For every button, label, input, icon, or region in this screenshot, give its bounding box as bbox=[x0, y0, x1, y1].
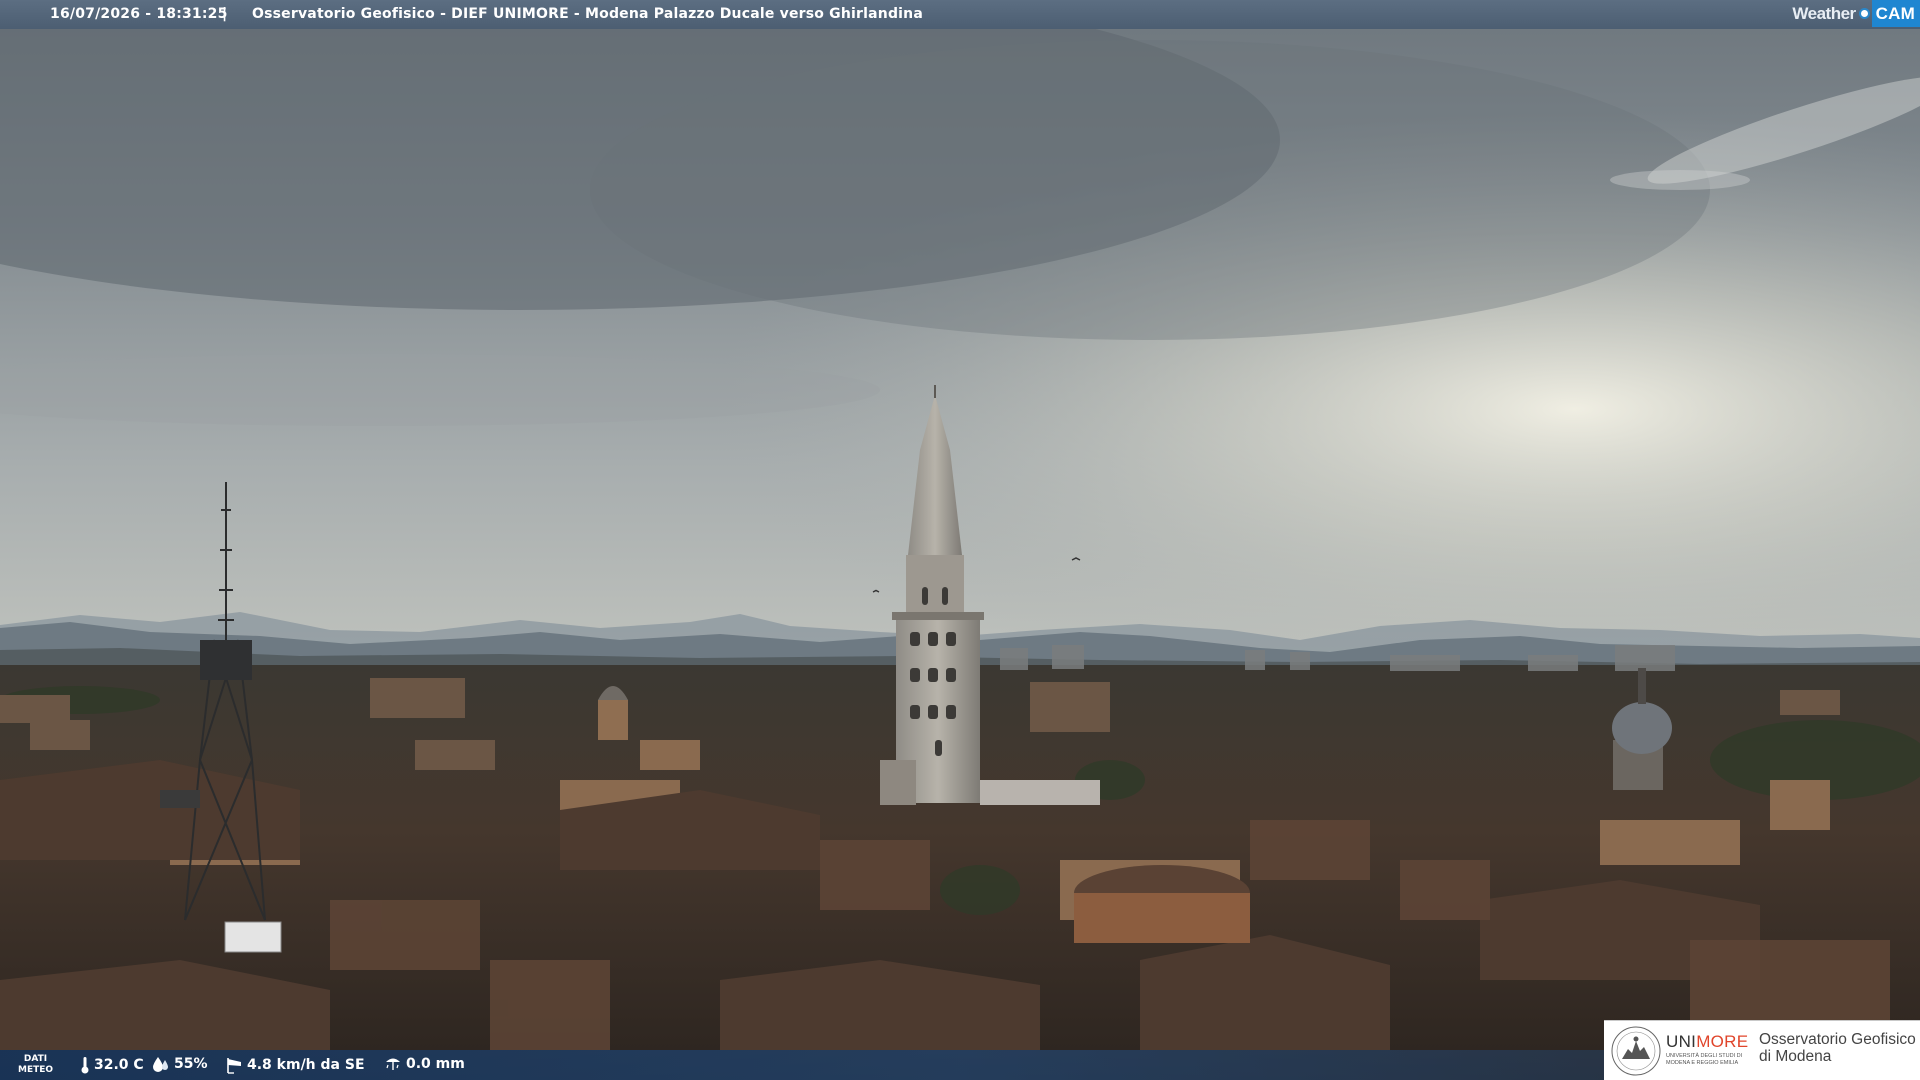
unimore-wordmark-more: MORE bbox=[1696, 1032, 1749, 1051]
unimore-logo-box: UNIMORE UNIVERSITÀ DEGLI STUDI DI MODENA… bbox=[1604, 1020, 1920, 1080]
weathercam-logo-dot-icon bbox=[1858, 8, 1870, 19]
unimore-wordmark: UNIMORE bbox=[1666, 1032, 1748, 1052]
temperature-reading: 32.0 C bbox=[80, 1056, 144, 1074]
rain-reading: 0.0 mm bbox=[384, 1056, 465, 1072]
weathercam-logo-weather: Weather bbox=[1792, 3, 1856, 23]
observatory-name: Osservatorio Geofisico di Modena bbox=[1759, 1031, 1916, 1065]
weather-data-label: DATI METEO bbox=[18, 1054, 53, 1076]
observatory-name-line2: di Modena bbox=[1759, 1048, 1832, 1065]
rain-value: 0.0 mm bbox=[406, 1056, 465, 1072]
webcam-frame: 16/07/2026 - 18:31:25 | Osservatorio Geo… bbox=[0, 0, 1920, 1080]
timestamp: 16/07/2026 - 18:31:25 bbox=[50, 6, 228, 22]
weathercam-logo: Weather CAM bbox=[1792, 0, 1920, 27]
unimore-subtitle: UNIVERSITÀ DEGLI STUDI DI MODENA E REGGI… bbox=[1666, 1053, 1743, 1066]
windsock-icon bbox=[227, 1058, 241, 1074]
water-drop-icon bbox=[153, 1057, 168, 1072]
temperature-value: 32.0 C bbox=[94, 1057, 144, 1073]
unimore-wordmark-uni: UNI bbox=[1666, 1032, 1697, 1051]
wind-reading: 4.8 km/h da SE bbox=[225, 1056, 365, 1074]
observatory-name-line1: Osservatorio Geofisico bbox=[1759, 1031, 1916, 1048]
weathercam-logo-cam: CAM bbox=[1871, 0, 1920, 27]
rain-gauge-icon bbox=[386, 1058, 400, 1070]
weather-data-label-line1: DATI bbox=[23, 1054, 48, 1064]
caption-bar: 16/07/2026 - 18:31:25 | Osservatorio Geo… bbox=[0, 0, 1920, 29]
thermometer-icon bbox=[81, 1057, 89, 1074]
caption-separator: | bbox=[222, 6, 228, 22]
webcam-image bbox=[0, 0, 1920, 1080]
wind-value: 4.8 km/h da SE bbox=[247, 1057, 365, 1073]
weather-data-label-line2: METEO bbox=[18, 1065, 54, 1075]
university-seal-icon bbox=[1611, 1026, 1661, 1076]
weather-data-strip: DATI METEO 32.0 C 55% 4.8 km/h da SE 0.0… bbox=[0, 1050, 1605, 1080]
humidity-reading: 55% bbox=[152, 1056, 208, 1072]
camera-title: Osservatorio Geofisico - DIEF UNIMORE - … bbox=[252, 6, 923, 22]
humidity-value: 55% bbox=[174, 1056, 208, 1072]
